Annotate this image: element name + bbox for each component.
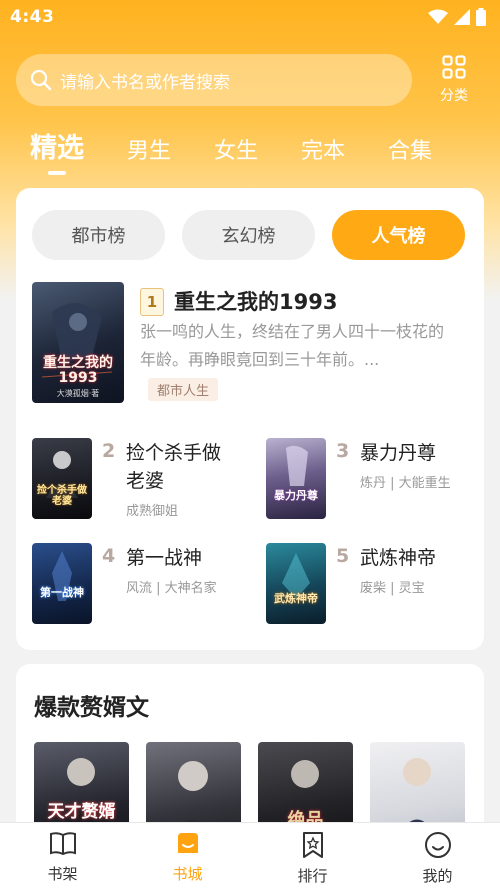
- tab-male[interactable]: 男生: [127, 133, 171, 165]
- rank-tab-fantasy[interactable]: 玄幻榜: [182, 210, 315, 260]
- book-item-3[interactable]: 暴力丹尊 3 暴力丹尊 炼丹 | 大能重生: [266, 438, 476, 522]
- book-meta: 炼丹 | 大能重生: [360, 476, 451, 491]
- status-icons: [428, 8, 486, 26]
- rank-badge: 1: [140, 288, 164, 316]
- book-item-2[interactable]: 捡个杀手做老婆 2 捡个杀手做老婆 成熟御姐: [32, 438, 242, 522]
- book-meta: 成熟御姐: [126, 504, 179, 519]
- grid-icon: [442, 55, 466, 79]
- search-icon: [30, 69, 52, 91]
- rank-tab-urban[interactable]: 都市榜: [32, 210, 165, 260]
- channel-tabs: 精选 男生 女生 完本 合集: [30, 126, 475, 175]
- cover-title: 武炼神帝: [274, 592, 318, 605]
- ranking-tabs: 都市榜 玄幻榜 人气榜: [32, 210, 465, 260]
- nav-ranking[interactable]: 排行: [250, 823, 375, 888]
- book-description: 张一鸣的人生，终结在了男人四十一枝花的年龄。再睁眼竟回到三十年前。...: [140, 322, 445, 369]
- status-time: 4:43: [10, 7, 55, 27]
- nav-label: 书城: [172, 865, 203, 883]
- signal-icon: [454, 9, 470, 25]
- bookstore-icon: [177, 833, 198, 853]
- book-title: 暴力丹尊: [360, 442, 437, 464]
- book-cover[interactable]: 捡个杀手做老婆: [32, 438, 92, 519]
- book-title: 重生之我的1993: [174, 290, 338, 314]
- book-title: 第一战神: [126, 547, 203, 569]
- book-cover[interactable]: 第一战神: [32, 543, 92, 624]
- cover-title: 第一战神: [40, 586, 84, 599]
- rank-number: 5: [336, 545, 350, 567]
- rank-number: 2: [102, 440, 116, 462]
- cover-author: 大漠孤烟·著: [56, 389, 100, 398]
- book-cover[interactable]: 武炼神帝: [266, 543, 326, 624]
- book-meta: 废柴 | 灵宝: [360, 581, 425, 596]
- book-item-4[interactable]: 第一战神 4 第一战神 风流 | 大神名家: [32, 543, 242, 627]
- battery-icon: [476, 8, 486, 26]
- tab-completed[interactable]: 完本: [301, 133, 345, 165]
- rank-number: 3: [336, 440, 350, 462]
- rank-number: 4: [102, 545, 116, 567]
- book-tag: 都市人生: [148, 378, 219, 401]
- book-item-1[interactable]: 重生之我的1993 大漠孤烟·著 1 重生之我的1993 张一鸣的人生，终结在了…: [32, 282, 472, 412]
- tab-female[interactable]: 女生: [214, 133, 258, 165]
- book-cover[interactable]: 重生之我的1993 大漠孤烟·著: [32, 282, 124, 403]
- nav-profile[interactable]: 我的: [375, 823, 500, 888]
- nav-bookshelf[interactable]: 书架: [0, 823, 125, 888]
- book-meta: 风流 | 大神名家: [126, 581, 217, 596]
- nav-label: 我的: [422, 867, 453, 885]
- cover-title: 捡个杀手做老婆: [37, 485, 87, 507]
- wifi-icon: [428, 9, 448, 24]
- book-cover[interactable]: 暴力丹尊: [266, 438, 326, 519]
- search-input[interactable]: 请输入书名或作者搜索: [16, 54, 412, 106]
- cover-title: 天才赘婿: [47, 802, 116, 822]
- tab-collection[interactable]: 合集: [388, 133, 432, 165]
- profile-icon: [424, 832, 451, 858]
- status-bar: 4:43: [0, 0, 500, 34]
- nav-label: 排行: [297, 867, 328, 885]
- bottom-nav: 书架 书城 排行 我的: [0, 822, 500, 888]
- section-card: 爆款赘婿文 天才赘婿 绝品: [16, 664, 484, 844]
- category-label: 分类: [440, 88, 468, 104]
- rank-tab-popular[interactable]: 人气榜: [332, 210, 465, 260]
- nav-bookstore[interactable]: 书城: [125, 823, 250, 888]
- cover-title: 暴力丹尊: [274, 489, 318, 502]
- book-title: 武炼神帝: [360, 547, 437, 569]
- ranking-icon: [302, 832, 323, 858]
- search-row: 请输入书名或作者搜索 分类: [16, 54, 486, 106]
- search-placeholder: 请输入书名或作者搜索: [60, 72, 230, 93]
- book-item-5[interactable]: 武炼神帝 5 武炼神帝 废柴 | 灵宝: [266, 543, 476, 627]
- book-title: 捡个杀手做老婆: [126, 442, 222, 492]
- cover-title: 重生之我的1993: [43, 355, 113, 386]
- ranking-card: 都市榜 玄幻榜 人气榜 重生之我的1993 大漠孤烟·著 1 重生之我的1993…: [16, 188, 484, 650]
- tab-featured[interactable]: 精选: [30, 126, 84, 175]
- category-button[interactable]: 分类: [434, 55, 474, 105]
- bookshelf-icon: [49, 832, 76, 856]
- nav-label: 书架: [47, 865, 78, 883]
- section-title: 爆款赘婿文: [34, 695, 149, 721]
